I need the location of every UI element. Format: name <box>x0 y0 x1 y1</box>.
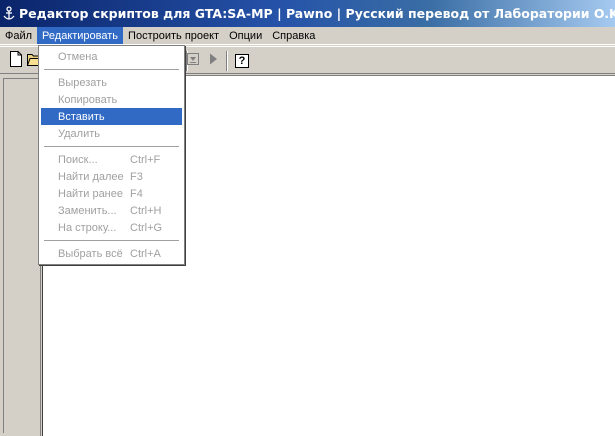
menu-item-shortcut: F3 <box>130 170 143 183</box>
menu-item-label: Найти ранее <box>58 187 123 200</box>
menu-item-paste[interactable]: Вставить <box>41 108 182 125</box>
menu-item-shortcut: Ctrl+H <box>130 204 162 217</box>
new-file-icon <box>9 50 23 72</box>
compile-icon <box>186 52 200 71</box>
compile-button[interactable] <box>183 51 203 71</box>
help-icon: ? <box>235 54 249 68</box>
menu-item-label: Отмена <box>58 50 98 63</box>
menu-item-shortcut: Ctrl+F <box>130 153 161 166</box>
side-panel <box>0 75 41 436</box>
menu-item-label: Вставить <box>58 110 105 123</box>
menu-file[interactable]: Файл <box>0 27 37 44</box>
menu-edit[interactable]: Редактировать <box>37 27 124 44</box>
run-button[interactable] <box>203 51 223 71</box>
menu-item-shortcut: F4 <box>130 187 143 200</box>
menu-item-find-previous[interactable]: Найти ранее F4 <box>41 185 182 202</box>
menu-item-goto-line[interactable]: На строку... Ctrl+G <box>41 219 182 236</box>
menu-build[interactable]: Построить проект <box>123 27 224 44</box>
menu-item-shortcut: Ctrl+A <box>130 247 161 260</box>
menu-item-label: На строку... <box>58 221 117 234</box>
menu-item-label: Найти далее <box>58 170 124 183</box>
menu-item-label: Заменить... <box>58 204 117 217</box>
menu-item-select-all[interactable]: Выбрать всё Ctrl+A <box>41 245 182 262</box>
toolbar-separator <box>226 51 228 71</box>
pawno-window: Редактор скриптов для GTA:SA-MP | Pawno … <box>0 0 615 436</box>
help-button[interactable]: ? <box>232 51 252 71</box>
menu-separator <box>44 69 179 70</box>
menu-item-undo[interactable]: Отмена <box>41 48 182 65</box>
menu-separator <box>44 146 179 147</box>
menu-item-delete[interactable]: Удалить <box>41 125 182 142</box>
menu-item-label: Поиск... <box>58 153 98 166</box>
side-panel-inner <box>3 78 38 433</box>
title-bar[interactable]: Редактор скриптов для GTA:SA-MP | Pawno … <box>0 0 615 27</box>
help-glyph: ? <box>238 55 246 67</box>
menu-item-find[interactable]: Поиск... Ctrl+F <box>41 151 182 168</box>
edit-menu-dropdown: Отмена Вырезать Копировать Вставить Удал… <box>38 45 185 265</box>
menu-bar: Файл Редактировать Построить проект Опци… <box>0 27 615 45</box>
menu-item-copy[interactable]: Копировать <box>41 91 182 108</box>
menu-options[interactable]: Опции <box>224 27 267 44</box>
menu-item-label: Удалить <box>58 127 100 140</box>
menu-item-shortcut: Ctrl+G <box>130 221 163 234</box>
menu-item-label: Вырезать <box>58 76 107 89</box>
menu-separator <box>44 240 179 241</box>
menu-help[interactable]: Справка <box>267 27 320 44</box>
menu-item-label: Выбрать всё <box>58 247 123 260</box>
menu-item-replace[interactable]: Заменить... Ctrl+H <box>41 202 182 219</box>
menu-item-cut[interactable]: Вырезать <box>41 74 182 91</box>
window-title: Редактор скриптов для GTA:SA-MP | Pawno … <box>19 6 615 21</box>
new-file-button[interactable] <box>6 50 26 72</box>
menu-item-find-next[interactable]: Найти далее F3 <box>41 168 182 185</box>
run-icon <box>207 52 219 71</box>
menu-item-label: Копировать <box>58 93 118 106</box>
pawno-app-icon[interactable] <box>3 6 15 22</box>
